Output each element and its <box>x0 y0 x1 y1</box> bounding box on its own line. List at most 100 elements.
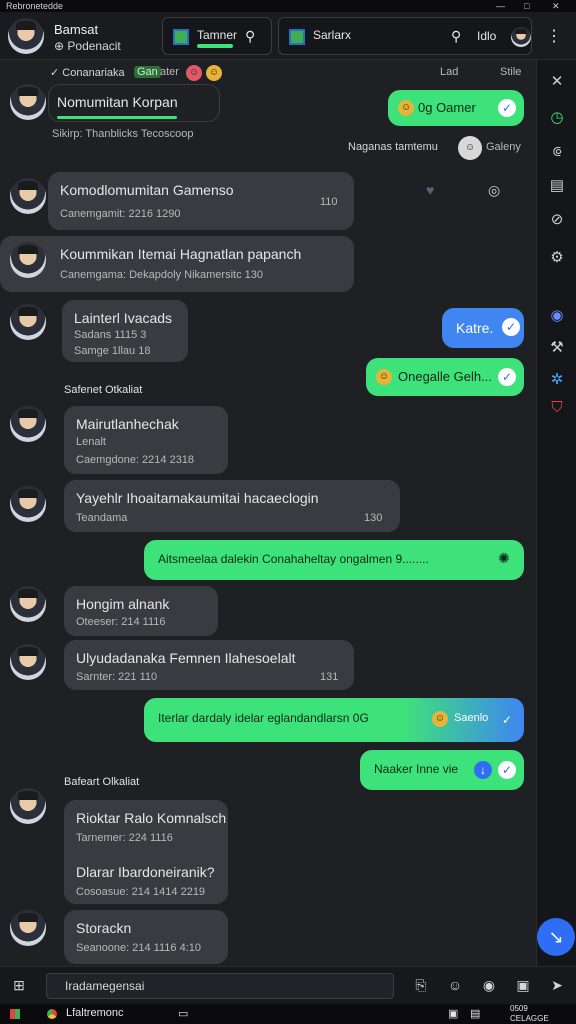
attach-icon[interactable]: ⎘ <box>412 977 430 994</box>
message-title: Koummikan Itemai Hagnatlan papanch <box>60 246 302 262</box>
circle-icon[interactable]: ◉ <box>547 306 567 326</box>
start-icon[interactable] <box>10 1009 20 1019</box>
taskbar-app-label[interactable]: Lfaltremonc <box>66 1007 123 1019</box>
second-pill-label: Sarlarx <box>313 28 352 42</box>
message-bubble[interactable]: Mairutlanhechak Lenalt Caemgdone: 2214 2… <box>64 406 228 474</box>
message-bubble[interactable]: Nomumitan Korpan <box>48 84 220 122</box>
taskbar-window-icon[interactable]: ▭ <box>178 1007 188 1020</box>
emoji-icon[interactable]: ☺ <box>446 977 464 993</box>
message-meta: Oteeser: 214 1116 <box>76 616 166 628</box>
message-meta: Sadans 1115 3 <box>74 329 147 341</box>
message-title: Lainterl Ivacads <box>74 310 173 326</box>
crop-icon[interactable]: ⟃ <box>547 142 567 162</box>
message-text: Onegalle Gelh... <box>398 369 492 384</box>
message-input[interactable]: Iradamegensai <box>46 973 394 999</box>
message-meta: Canemgamit: 2216 1290 <box>60 208 181 220</box>
message-bubble[interactable]: Rioktar Ralo Komnalsch Tarnemer: 224 111… <box>64 800 228 904</box>
timer-icon[interactable]: ◷ <box>547 108 567 128</box>
shield-icon[interactable]: ⛉ <box>547 398 567 418</box>
avatar[interactable] <box>10 586 46 622</box>
message-bubble[interactable]: Koummikan Itemai Hagnatlan papanch Canem… <box>0 236 354 292</box>
avatar[interactable] <box>10 178 46 214</box>
avatar[interactable] <box>10 910 46 946</box>
puzzle-icon[interactable]: ✲ <box>547 370 567 390</box>
message-bubble[interactable]: Yayehlr Ihoaitamakaumitai hacaeclogin Te… <box>64 480 400 532</box>
note-avatar[interactable]: ☺ <box>458 136 482 160</box>
close-icon[interactable]: ✕ <box>547 72 567 92</box>
message-bubble[interactable]: Komodlomumitan Gamenso Canemgamit: 2216 … <box>48 172 354 230</box>
message-title: Rioktar Ralo Komnalsch <box>76 810 227 826</box>
message-meta: Tarnemer: 224 1116 <box>76 832 173 844</box>
avatar[interactable] <box>10 84 46 120</box>
message-title: Nomumitan Korpan <box>57 94 178 110</box>
chrome-icon[interactable] <box>44 1006 60 1022</box>
avatar[interactable] <box>10 242 46 278</box>
message-bubble[interactable]: ☺ Onegalle Gelh... ✓ <box>366 358 524 396</box>
message-bubble[interactable]: Hongim alnank Oteeser: 214 1116 <box>64 586 218 636</box>
search-pill[interactable]: Tamner ⚲ <box>162 17 272 55</box>
more-options-icon[interactable]: ⋮ <box>546 26 562 46</box>
message-meta-2: Samge 1llau 18 <box>74 345 151 357</box>
message-bubble[interactable]: Ulyudadanaka Femnen Ilahesoelalt Sarnter… <box>64 640 354 690</box>
note-aside: Galeny <box>486 141 521 153</box>
window-titlebar: Rebronetedde — □ ✕ <box>0 0 576 12</box>
scroll-down-button[interactable]: ↘ <box>537 918 575 956</box>
reply-icon[interactable]: ♥ <box>426 182 434 198</box>
check-icon: ✓ <box>501 713 513 727</box>
taskbar-tray-icon[interactable]: ▣ <box>448 1007 458 1020</box>
user-avatar[interactable] <box>511 27 531 47</box>
circle-option-icon[interactable]: ◎ <box>488 182 500 199</box>
taskbar-clock-time: 0509 <box>510 1004 528 1013</box>
strip-left-text: ✓ Conanariaka <box>50 67 125 79</box>
reaction-icon-2[interactable]: ☺ <box>206 65 222 81</box>
message-title: Komodlomumitan Gamenso <box>60 182 234 198</box>
emoji-icon: ☺ <box>376 369 392 385</box>
message-bubble[interactable]: Aitsmeelaa dalekin Conahaheltay ongalmen… <box>144 540 524 580</box>
search-icon[interactable]: ⚲ <box>245 28 255 45</box>
message-list[interactable]: ✓ Conanariaka Gan ater ☺ ☺ Lad Stile Nom… <box>0 60 536 966</box>
settings-icon[interactable]: ⚙ <box>547 248 567 268</box>
layout-icon[interactable]: ▤ <box>547 176 567 196</box>
message-input-placeholder: Iradamegensai <box>65 979 145 993</box>
message-meta: Canemgama: Dekapdoly Nikamersitc 130 <box>60 269 263 281</box>
window-close-button[interactable]: ✕ <box>552 0 560 12</box>
mic-icon[interactable]: ◉ <box>480 977 498 994</box>
maximize-button[interactable]: □ <box>524 0 529 12</box>
avatar[interactable] <box>10 486 46 522</box>
compass-icon[interactable]: ⊘ <box>547 210 567 230</box>
app-square-icon-2 <box>289 29 305 45</box>
sticker-icon: ✺ <box>498 550 510 566</box>
avatar[interactable] <box>10 304 46 340</box>
search-pill-label: Tamner <box>197 28 238 42</box>
chat-header: Bamsat ⊕ Podenacit Tamner ⚲ Sarlarx ⚲ Id… <box>0 12 576 60</box>
message-text: Naaker Inne vie <box>374 762 459 776</box>
message-bubble[interactable]: Lainterl Ivacads Sadans 1115 3 Samge 1ll… <box>62 300 188 362</box>
minimize-button[interactable]: — <box>496 0 505 12</box>
message-title: Yayehlr Ihoaitamakaumitai hacaeclogin <box>76 490 319 506</box>
contact-avatar[interactable] <box>8 18 44 54</box>
taskbar-tray-icon-2[interactable]: ▤ <box>470 1007 480 1020</box>
gallery-icon[interactable]: ▣ <box>514 977 532 994</box>
right-toolbar: ✕ ◷ ⟃ ▤ ⊘ ⚙ ◉ ⚒ ✲ ⛉ <box>536 60 576 966</box>
send-icon[interactable]: ➤ <box>548 977 566 994</box>
message-bubble[interactable]: Storackn Seanoone: 214 1116 4:10 <box>64 910 228 964</box>
strip-right-label: Stile <box>500 66 522 78</box>
message-title: Mairutlanhechak <box>76 416 179 432</box>
message-text: Aitsmeelaa dalekin Conahaheltay ongalmen… <box>158 552 429 566</box>
reaction-icon[interactable]: ☺ <box>186 65 202 81</box>
strip-after: ater <box>160 66 179 78</box>
avatar[interactable] <box>10 788 46 824</box>
avatar[interactable] <box>10 644 46 680</box>
avatar[interactable] <box>10 406 46 442</box>
os-taskbar: Lfaltremonc ▭ ▣ ▤ 0509 CELAGGE <box>0 1004 576 1024</box>
message-meta: Seanoone: 214 1116 4:10 <box>76 942 201 954</box>
message-bubble[interactable]: Katre. ✓ <box>442 308 524 348</box>
second-pill[interactable]: Sarlarx ⚲ Idlo <box>278 17 532 55</box>
message-bubble[interactable]: Iterlar dardaly idelar eglandandlarsn 0G… <box>144 698 524 742</box>
message-bubble[interactable]: ☺ 0g Oamer ✓ <box>388 90 524 126</box>
tools-icon[interactable]: ⚒ <box>547 338 567 358</box>
windows-icon[interactable]: ⊞ <box>10 977 28 994</box>
message-bubble[interactable]: Naaker Inne vie ↓ ✓ <box>360 750 524 790</box>
search-icon-2[interactable]: ⚲ <box>451 28 461 45</box>
contact-name[interactable]: Bamsat <box>54 22 98 37</box>
